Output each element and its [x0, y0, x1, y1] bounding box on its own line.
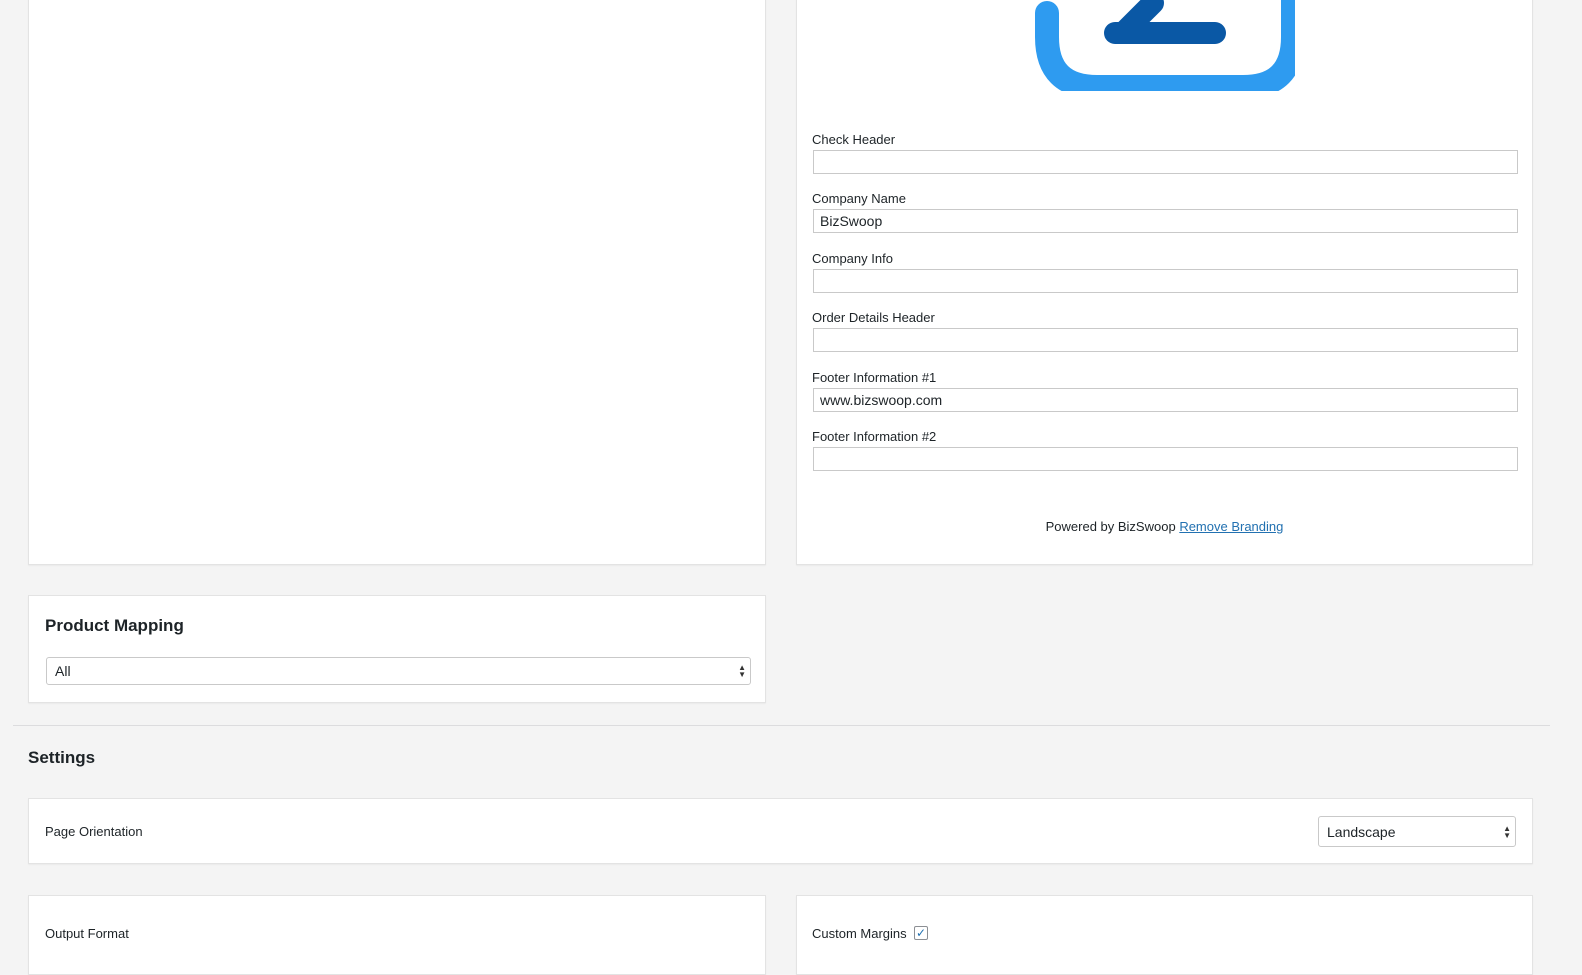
preview-panel	[28, 0, 766, 565]
product-mapping-selected: All	[55, 663, 71, 679]
footer-info-1-input[interactable]	[813, 388, 1518, 412]
branding-panel: Check Header Company Name Company Info O…	[796, 0, 1533, 565]
footer-info-1-label: Footer Information #1	[812, 370, 937, 385]
company-name-label: Company Name	[812, 191, 906, 206]
product-mapping-panel: Product Mapping All ▲ ▼	[28, 595, 766, 703]
check-header-label: Check Header	[812, 132, 896, 147]
custom-margins-label: Custom Margins	[812, 926, 907, 941]
output-format-panel: Output Format	[28, 895, 766, 975]
order-details-header-label: Order Details Header	[812, 310, 935, 325]
page-orientation-panel: Page Orientation Landscape ▲ ▼	[28, 798, 1533, 864]
page-orientation-label: Page Orientation	[45, 824, 143, 839]
select-arrows-icon: ▲ ▼	[1503, 823, 1511, 840]
company-info-input[interactable]	[813, 269, 1518, 293]
page-orientation-selected: Landscape	[1327, 823, 1396, 840]
section-divider	[13, 725, 1550, 726]
check-header-input[interactable]	[813, 150, 1518, 174]
powered-by-text: Powered by BizSwoop	[1045, 519, 1176, 534]
remove-branding-link[interactable]: Remove Branding	[1179, 519, 1283, 534]
company-info-label: Company Info	[812, 251, 893, 266]
footer-info-2-input[interactable]	[813, 447, 1518, 471]
settings-title: Settings	[28, 748, 96, 767]
product-mapping-select[interactable]: All ▲ ▼	[46, 657, 751, 685]
bizswoop-logo-icon	[1035, 0, 1295, 91]
company-name-input[interactable]	[813, 209, 1518, 233]
output-format-label: Output Format	[45, 926, 129, 941]
order-details-header-input[interactable]	[813, 328, 1518, 352]
custom-margins-panel: Custom Margins ✓	[796, 895, 1533, 975]
product-mapping-title: Product Mapping	[45, 616, 184, 635]
select-arrows-icon: ▲ ▼	[738, 663, 746, 679]
custom-margins-checkbox[interactable]: ✓	[914, 926, 928, 940]
page-orientation-select[interactable]: Landscape ▲ ▼	[1318, 816, 1516, 847]
powered-by-line: Powered by BizSwoop Remove Branding	[797, 519, 1532, 534]
footer-info-2-label: Footer Information #2	[812, 429, 937, 444]
